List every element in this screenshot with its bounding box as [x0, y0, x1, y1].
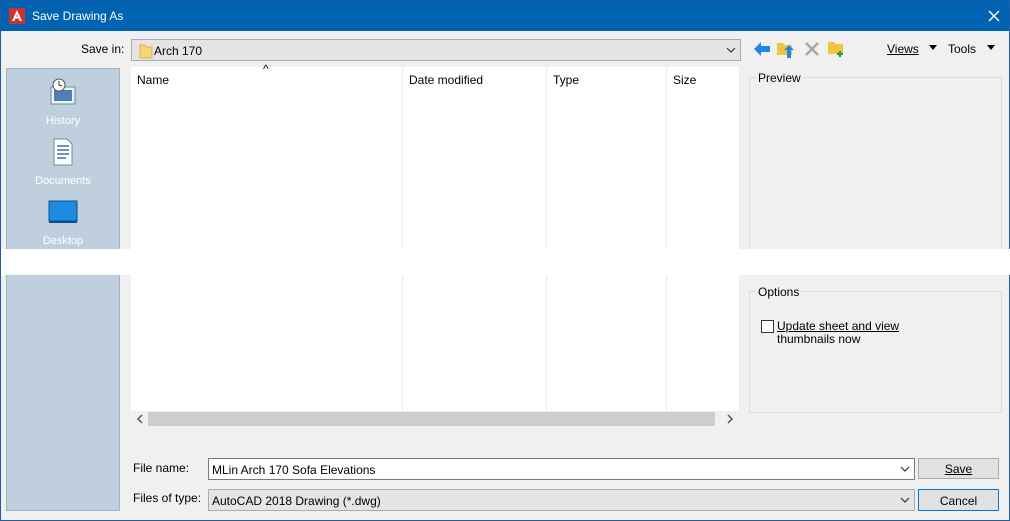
save-in-combo[interactable]: Arch 170 — [131, 39, 741, 61]
save-in-label: Save in: — [81, 42, 125, 56]
update-thumbnails-checkbox[interactable] — [761, 320, 774, 333]
places-sidebar: History Documents Desktop — [6, 68, 120, 511]
tools-dropdown-icon[interactable] — [986, 44, 996, 52]
views-dropdown-icon[interactable] — [928, 44, 938, 52]
scrollbar-thumb[interactable] — [148, 412, 715, 426]
delete-icon[interactable] — [802, 39, 822, 59]
file-list[interactable]: ^ Name Date modified Type Size — [131, 62, 739, 427]
separator-band — [1, 249, 1010, 275]
file-type-select[interactable]: AutoCAD 2018 Drawing (*.dwg) — [208, 489, 915, 511]
file-name-value: MLin Arch 170 Sofa Elevations — [212, 463, 376, 477]
window-title: Save Drawing As — [32, 9, 124, 23]
column-header-date-modified[interactable]: Date modified — [409, 73, 483, 87]
autocad-icon — [9, 8, 25, 24]
scroll-right-icon[interactable] — [725, 414, 735, 424]
place-label: Desktop — [42, 235, 84, 247]
cancel-button[interactable]: Cancel — [918, 489, 999, 511]
file-name-label: File name: — [133, 461, 190, 475]
sort-indicator: ^ — [263, 62, 269, 76]
chevron-down-icon[interactable] — [899, 463, 911, 475]
chevron-down-icon — [726, 47, 736, 53]
preview-group: Preview — [749, 71, 1002, 251]
column-divider — [666, 67, 667, 411]
new-folder-icon[interactable] — [827, 39, 847, 59]
preview-title: Preview — [756, 71, 803, 85]
scroll-left-icon[interactable] — [135, 414, 145, 424]
save-in-value: Arch 170 — [154, 44, 203, 58]
save-button[interactable]: Save — [918, 458, 999, 479]
views-menu[interactable]: Views — [887, 42, 919, 56]
column-header-size[interactable]: Size — [673, 73, 696, 87]
title-bar: Save Drawing As — [1, 1, 1009, 31]
update-thumbnails-label-line2: thumbnails now — [777, 332, 861, 346]
save-drawing-dialog: Save Drawing As Save in: Arch 170 Views … — [0, 0, 1010, 521]
back-icon[interactable] — [752, 39, 772, 59]
place-label: Documents — [35, 175, 91, 187]
place-label: History — [45, 115, 81, 127]
file-type-label: Files of type: — [133, 491, 202, 505]
horizontal-scrollbar[interactable] — [131, 411, 739, 427]
up-folder-icon[interactable] — [776, 39, 796, 59]
column-divider — [402, 67, 403, 411]
history-icon — [50, 78, 76, 105]
tools-menu[interactable]: Tools — [948, 42, 976, 56]
column-divider — [546, 67, 547, 411]
folder-icon — [139, 44, 153, 59]
update-thumbnails-label[interactable]: Update sheet and view — [777, 319, 899, 333]
column-header-type[interactable]: Type — [553, 73, 579, 87]
options-group: Options Update sheet and view thumbnails… — [749, 285, 1002, 413]
chevron-down-icon[interactable] — [899, 494, 911, 506]
close-icon[interactable] — [981, 4, 1007, 28]
file-type-value: AutoCAD 2018 Drawing (*.dwg) — [212, 494, 381, 508]
file-name-input[interactable]: MLin Arch 170 Sofa Elevations — [208, 458, 915, 480]
documents-icon — [53, 138, 73, 166]
column-header-name[interactable]: Name — [137, 73, 169, 87]
options-title: Options — [756, 285, 802, 299]
desktop-icon — [48, 200, 78, 223]
